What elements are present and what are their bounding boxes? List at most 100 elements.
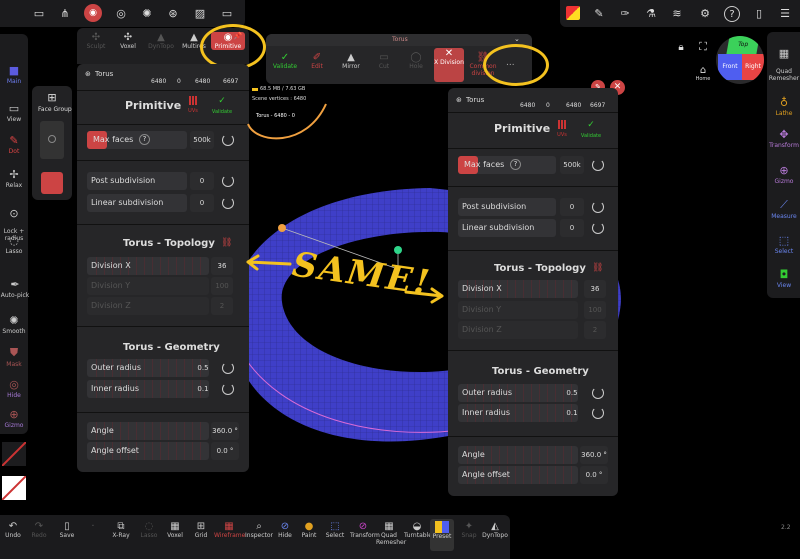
- reset-icon[interactable]: [592, 407, 604, 419]
- cube-face-top[interactable]: Top: [726, 36, 760, 54]
- validate-toggle[interactable]: ✓ Validate: [578, 120, 604, 139]
- select-button[interactable]: ⬚ Select: [324, 521, 346, 539]
- post-subdivision-value[interactable]: 0: [190, 172, 214, 190]
- angle-slider[interactable]: Angle: [458, 446, 578, 464]
- home-icon[interactable]: ⌂ Home: [694, 64, 712, 82]
- division-x-slider[interactable]: Division X: [458, 280, 578, 298]
- turntable-button[interactable]: ◒ Turntable: [404, 521, 432, 539]
- cube-face-right[interactable]: Right: [742, 54, 764, 80]
- wireframe-button[interactable]: ▦ Wireframe: [214, 521, 245, 539]
- angle-offset-value[interactable]: 0.0 °: [580, 466, 608, 484]
- tab-voxel[interactable]: ✣ Voxel: [113, 32, 143, 50]
- validate-action[interactable]: ✓ Validate: [268, 52, 302, 70]
- sidebar-item-view[interactable]: ◘ View: [768, 268, 800, 289]
- angle-offset-slider[interactable]: Angle offset: [458, 466, 578, 484]
- tab-sculpt[interactable]: ✣ Sculpt: [81, 32, 111, 50]
- reset-icon[interactable]: [222, 134, 234, 146]
- fullscreen-icon[interactable]: ⛶: [696, 40, 710, 54]
- chevron-down-icon[interactable]: ⌄: [514, 35, 520, 43]
- inner-radius-slider[interactable]: Inner radius: [87, 380, 209, 398]
- snap-button[interactable]: ✦ Snap: [458, 521, 480, 539]
- sidebar-item-lathe[interactable]: ♁ Lathe: [768, 96, 800, 117]
- sidebar-item-smooth[interactable]: ✺ Smooth: [0, 314, 28, 335]
- quad-remesher-button[interactable]: ▦ Quad Remesher: [376, 521, 406, 546]
- angle-offset-slider[interactable]: Angle offset: [87, 442, 209, 460]
- edit-action[interactable]: ✐ Edit: [302, 52, 332, 70]
- reset-icon[interactable]: [222, 362, 234, 374]
- sidebar-item-gizmo[interactable]: ⊕ Gizmo: [0, 408, 28, 429]
- max-faces-slider[interactable]: Max faces ?: [458, 156, 556, 174]
- uvs-toggle[interactable]: UVs: [183, 96, 203, 114]
- sidebar-item-view[interactable]: ▭ View: [0, 102, 28, 123]
- sidebar-item-dot[interactable]: ✎ Dot: [0, 134, 28, 155]
- outer-radius-slider[interactable]: Outer radius: [87, 359, 209, 377]
- outer-radius-value[interactable]: 0.5: [562, 384, 582, 402]
- angle-value[interactable]: 360.0 °: [580, 446, 608, 464]
- reset-icon[interactable]: [592, 201, 604, 213]
- reset-icon[interactable]: [222, 175, 234, 187]
- grid-button[interactable]: ⊞ Grid: [190, 521, 212, 539]
- angle-offset-value[interactable]: 0.0 °: [211, 442, 239, 460]
- help-icon[interactable]: ?: [510, 159, 521, 170]
- reset-icon[interactable]: [222, 383, 234, 395]
- lasso-button[interactable]: ◌ Lasso: [138, 521, 160, 539]
- navigation-cube[interactable]: Top Front Right: [716, 36, 764, 84]
- link-icon[interactable]: ⛓: [592, 263, 603, 273]
- plus-square-icon[interactable]: ⊞: [45, 90, 59, 104]
- sidebar-item-main[interactable]: ■ Main: [0, 64, 28, 85]
- sidebar-item-select[interactable]: ⬚ Select: [768, 234, 800, 255]
- paint-button[interactable]: ● Paint: [298, 521, 320, 539]
- max-faces-value[interactable]: 500k: [560, 156, 584, 174]
- cut-action[interactable]: ▭ Cut: [370, 52, 398, 70]
- x-division-action[interactable]: ✕ X Division: [434, 48, 464, 82]
- reset-icon[interactable]: [222, 197, 234, 209]
- hide-button[interactable]: ⊘ Hide: [274, 521, 296, 539]
- sidebar-item-quad-remesher[interactable]: ▦ Quad Remesher: [768, 40, 800, 82]
- max-faces-slider[interactable]: Max faces ?: [87, 131, 187, 149]
- undo-button[interactable]: ↶ Undo: [2, 521, 24, 539]
- reset-icon[interactable]: [592, 222, 604, 234]
- linear-subdivision-field[interactable]: Linear subdivision: [87, 194, 187, 212]
- linear-subdivision-value[interactable]: 0: [190, 194, 214, 212]
- sidebar-item-auto-pick[interactable]: ✒ Auto-pick: [0, 278, 30, 299]
- color-swatch-stroke[interactable]: [2, 442, 26, 466]
- division-x-value[interactable]: 36: [584, 280, 606, 298]
- validate-toggle[interactable]: ✓ Validate: [209, 96, 235, 115]
- link-icon[interactable]: ⛓: [221, 238, 232, 248]
- face-group-slider[interactable]: [40, 121, 64, 159]
- post-subdivision-field[interactable]: Post subdivision: [458, 198, 556, 216]
- sidebar-item-lasso[interactable]: ◌ Lasso: [0, 234, 28, 255]
- post-subdivision-value[interactable]: 0: [560, 198, 584, 216]
- reset-icon[interactable]: [592, 387, 604, 399]
- help-icon[interactable]: ?: [139, 134, 150, 145]
- sidebar-item-transform[interactable]: ✥ Transform: [768, 128, 800, 149]
- linear-subdivision-field[interactable]: Linear subdivision: [458, 219, 556, 237]
- dyntopo-button[interactable]: ◭ DynTopo: [482, 521, 508, 539]
- inspector-button[interactable]: ⌕ Inspector: [244, 521, 274, 539]
- angle-value[interactable]: 360.0 °: [211, 422, 239, 440]
- mirror-action[interactable]: ▲ Mirror: [336, 52, 366, 70]
- outer-radius-slider[interactable]: Outer radius: [458, 384, 578, 402]
- linear-subdivision-value[interactable]: 0: [560, 219, 584, 237]
- uvs-toggle[interactable]: UVs: [552, 120, 572, 138]
- sidebar-item-measure[interactable]: ⟋ Measure: [768, 198, 800, 220]
- inner-radius-value[interactable]: 0.1: [193, 380, 213, 398]
- x-ray-button[interactable]: ⧉ X-Ray: [108, 521, 134, 539]
- outer-radius-value[interactable]: 0.5: [193, 359, 213, 377]
- voxel-button[interactable]: ▦ Voxel: [164, 521, 186, 539]
- cube-face-front[interactable]: Front: [718, 54, 742, 80]
- preset-button[interactable]: Preset: [430, 519, 454, 551]
- redo-button[interactable]: ↷ Redo: [28, 521, 50, 539]
- reset-icon[interactable]: [592, 159, 604, 171]
- sidebar-item-relax[interactable]: ✢ Relax: [0, 168, 28, 189]
- inner-radius-value[interactable]: 0.1: [562, 404, 582, 422]
- face-group-color[interactable]: [41, 172, 63, 194]
- angle-slider[interactable]: Angle: [87, 422, 209, 440]
- transform-button[interactable]: ⊘ Transform: [350, 521, 380, 539]
- save-button[interactable]: ▯ Save: [56, 521, 78, 539]
- sidebar-item-hide[interactable]: ◎ Hide: [0, 378, 28, 399]
- lock-icon[interactable]: 🔒︎: [674, 40, 688, 54]
- sidebar-item-mask[interactable]: ⛊ Mask: [0, 346, 28, 368]
- inner-radius-slider[interactable]: Inner radius: [458, 404, 578, 422]
- tab-dyntopo[interactable]: ▲ DynTopo: [145, 32, 177, 50]
